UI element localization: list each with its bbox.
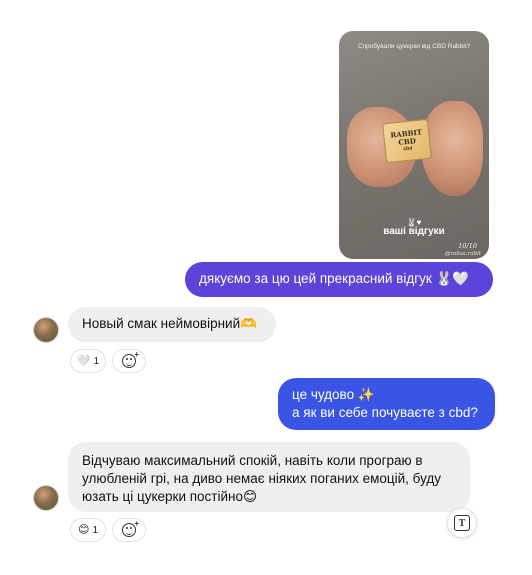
heart-emoji-icon: 🤍 [76, 355, 91, 367]
message-text-line-2: а як ви себе почуваєте з cbd? [292, 405, 478, 420]
candy-label-sub: cbd [403, 145, 413, 153]
outgoing-message[interactable]: це чудово ✨ а як ви себе почуваєте з cbd… [278, 378, 495, 430]
outgoing-message[interactable]: дякуємо за цю цей прекрасний відгук 🐰🤍 [185, 262, 493, 297]
reaction-count: 1 [92, 524, 99, 536]
incoming-message[interactable]: Відчуваю максимальний спокій, навіть кол… [68, 442, 470, 512]
incoming-message[interactable]: Новый смак неймовірний🫶 [68, 307, 276, 342]
story-reply-preview[interactable]: Спробували цукерки від CBD Rabbit? RABBI… [339, 31, 489, 259]
message-text: дякуємо за цю цей прекрасний відгук 🐰🤍 [199, 271, 470, 286]
story-candy: RABBIT CBD cbd [382, 118, 432, 164]
translate-icon: T [454, 515, 470, 531]
add-reaction-icon: + [122, 350, 139, 368]
reaction-count: 1 [93, 355, 100, 367]
reaction-badge[interactable]: 😊 1 [70, 518, 106, 542]
reaction-badge[interactable]: 🤍 1 [70, 349, 106, 373]
message-text: Новый смак неймовірний🫶 [82, 316, 257, 331]
add-reaction-icon: + [122, 519, 139, 537]
translate-button[interactable]: T [447, 508, 477, 538]
message-text-line-1: це чудово ✨ [292, 387, 375, 402]
story-reviews-label: ваші відгуки [383, 226, 445, 237]
story-handle: @ralisa.rabit [444, 251, 481, 257]
message-text: Відчуваю максимальний спокій, навіть кол… [82, 453, 442, 504]
add-reaction-button[interactable]: + [112, 349, 146, 373]
avatar[interactable] [33, 317, 59, 343]
story-caption: Спробували цукерки від CBD Rabbit? [357, 43, 471, 50]
story-counter: 10/10 [458, 242, 477, 250]
avatar[interactable] [33, 485, 59, 511]
smile-emoji-icon: 😊 [77, 524, 90, 536]
add-reaction-button[interactable]: + [112, 518, 146, 542]
